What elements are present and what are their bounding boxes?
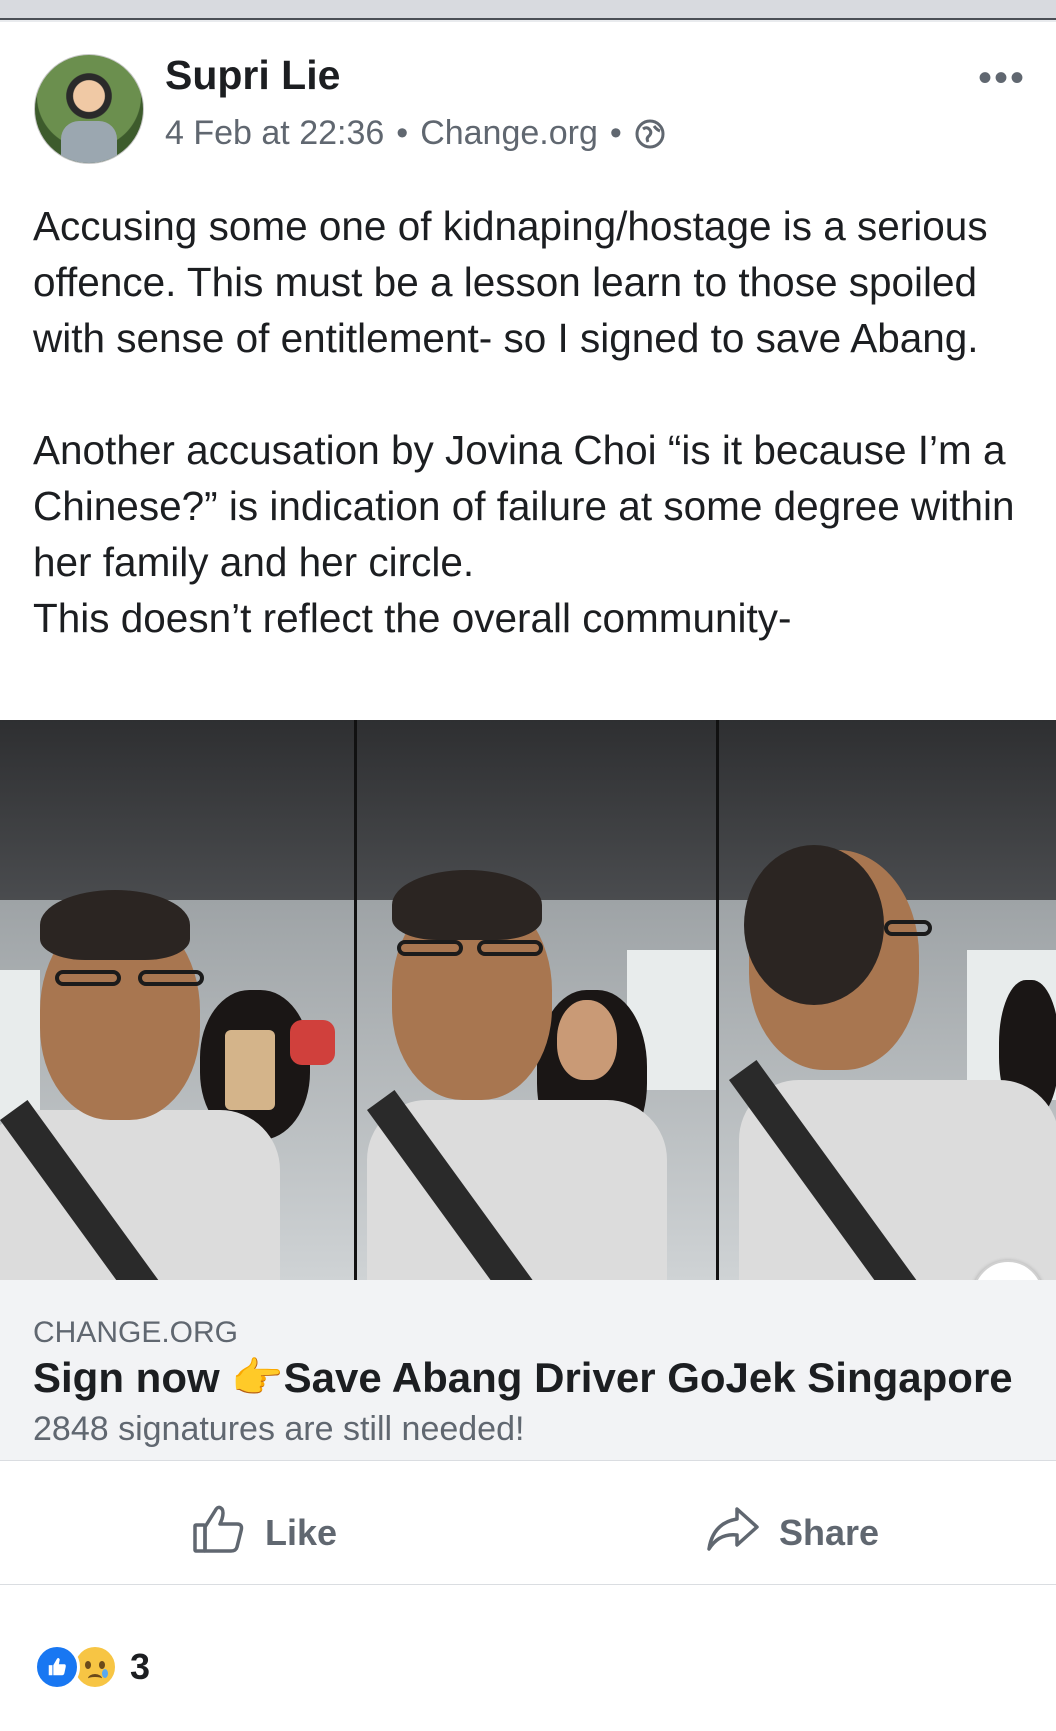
post-paragraph: Accusing some one of kidnaping/hostage i…	[33, 203, 988, 361]
like-reaction-icon	[34, 1644, 80, 1690]
image-frame-2	[353, 720, 716, 1280]
post-image[interactable]: i	[0, 720, 1056, 1332]
post-text: Accusing some one of kidnaping/hostage i…	[33, 198, 1033, 646]
more-options-icon[interactable]: •••	[978, 58, 1026, 98]
author-name[interactable]: Supri Lie	[165, 52, 340, 99]
like-label: Like	[264, 1512, 338, 1553]
like-button[interactable]: Like	[0, 1482, 528, 1584]
post-paragraph: Another accusation by Jovina Choi “is it…	[33, 427, 1015, 585]
reaction-count: 3	[130, 1646, 151, 1687]
link-description: 2848 signatures are still needed!	[33, 1410, 525, 1448]
meta-separator: •	[396, 114, 409, 152]
globe-icon	[634, 118, 666, 150]
post-paragraph: This doesn’t reflect the overall communi…	[33, 595, 792, 641]
reactions-summary[interactable]: 3	[34, 1644, 150, 1690]
thumbs-up-icon	[191, 1501, 247, 1566]
post-header: Supri Lie 4 Feb at 22:36 • Change.org • …	[0, 22, 1056, 172]
top-bar	[0, 0, 1056, 20]
link-title[interactable]: Sign now 👉Save Abang Driver GoJek Singap…	[33, 1354, 1013, 1403]
post-date[interactable]: 4 Feb at 22:36	[165, 114, 384, 153]
link-preview[interactable]: CHANGE.ORG Sign now 👉Save Abang Driver G…	[0, 1280, 1056, 1461]
action-bar: Like Share	[0, 1482, 1056, 1585]
pointing-hand-icon: 👉	[231, 1354, 284, 1401]
share-label: Share	[778, 1512, 880, 1553]
link-title-text: Save Abang Driver GoJek Singapore	[283, 1354, 1013, 1401]
link-title-prefix: Sign now	[33, 1354, 232, 1401]
post-source[interactable]: Change.org	[420, 114, 598, 153]
image-frame-3	[715, 720, 1056, 1280]
share-button[interactable]: Share	[528, 1482, 1056, 1584]
post-card: Supri Lie 4 Feb at 22:36 • Change.org • …	[0, 22, 1056, 1731]
meta-separator: •	[609, 114, 622, 152]
image-frame-1	[0, 720, 354, 1280]
avatar[interactable]	[34, 54, 144, 164]
link-domain: CHANGE.ORG	[33, 1316, 239, 1349]
post-meta: 4 Feb at 22:36 • Change.org •	[165, 114, 666, 153]
share-icon	[705, 1501, 761, 1566]
